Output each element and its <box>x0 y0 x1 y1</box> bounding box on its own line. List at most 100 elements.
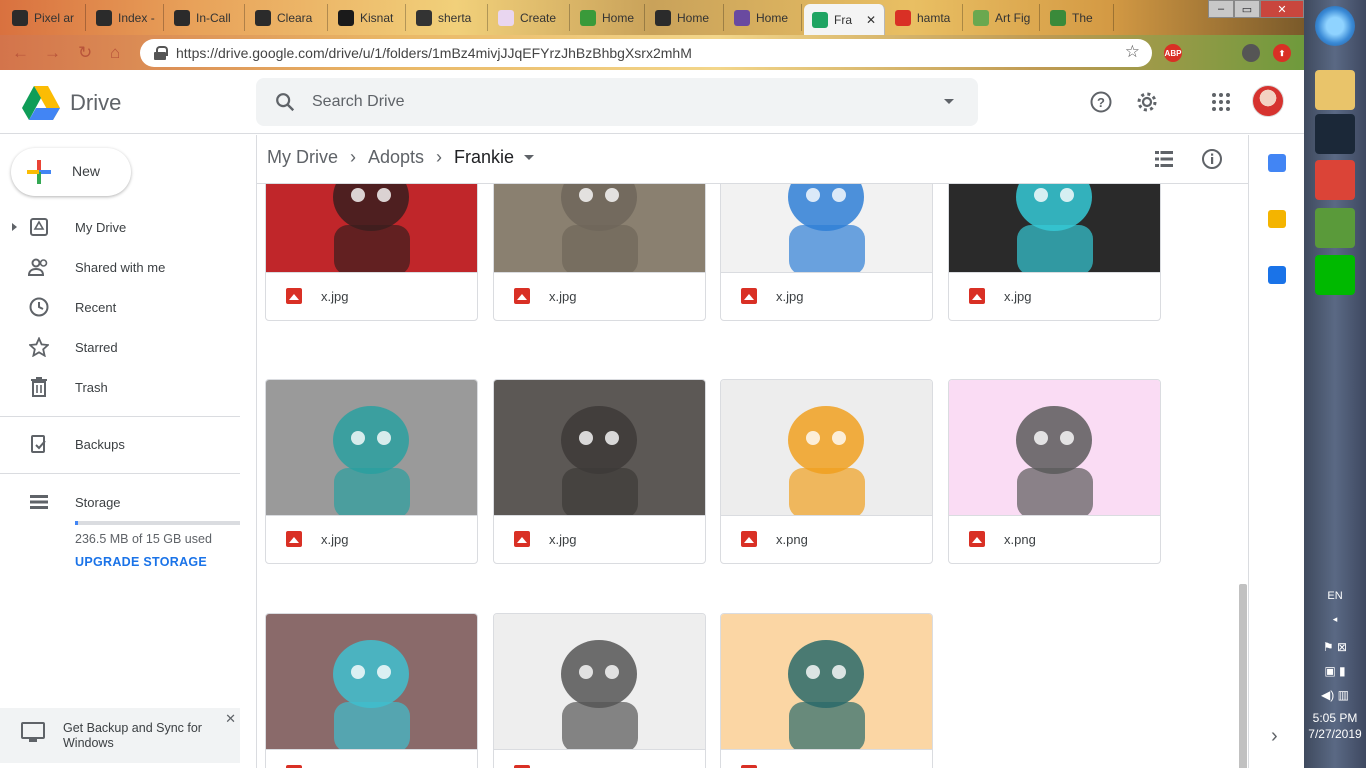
browser-tab[interactable]: Kisnat <box>330 4 406 31</box>
drive-logo[interactable]: Drive <box>22 86 121 120</box>
search-options-icon[interactable] <box>944 99 954 104</box>
file-card[interactable]: x.jpg <box>493 184 706 321</box>
settings-icon[interactable] <box>1133 88 1161 116</box>
file-card[interactable]: x.jpg <box>493 379 706 564</box>
close-window-button[interactable]: ✕ <box>1260 0 1304 18</box>
maximize-button[interactable]: ▭ <box>1234 0 1260 18</box>
info-icon[interactable] <box>1198 145 1226 173</box>
steam-icon[interactable] <box>1315 114 1355 154</box>
breadcrumb-item[interactable]: Frankie <box>454 147 514 168</box>
keep-icon[interactable] <box>1268 210 1286 228</box>
sidebar-item-shared[interactable]: Shared with me <box>0 250 256 284</box>
tray-network-icons[interactable]: ▣ ▮ <box>1304 664 1366 678</box>
file-card[interactable]: x.png <box>720 379 933 564</box>
file-caption: x.png <box>721 515 932 563</box>
sidebar-item-trash[interactable]: Trash <box>0 370 256 404</box>
chrome-icon[interactable] <box>1315 160 1355 200</box>
image-file-icon <box>969 531 985 547</box>
file-explorer-icon[interactable] <box>1315 70 1355 110</box>
star-outline-icon[interactable]: ☆ <box>1125 42 1140 62</box>
tray-volume-icon[interactable]: ◀) ▥ <box>1304 688 1366 702</box>
image-file-icon <box>286 288 302 304</box>
back-icon[interactable]: ← <box>12 43 29 63</box>
browser-tab[interactable]: Home <box>726 4 802 31</box>
upload-extension-icon[interactable]: ⬆ <box>1273 44 1291 62</box>
browser-tab[interactable]: Home <box>647 4 724 31</box>
file-card[interactable] <box>493 613 706 768</box>
file-card[interactable] <box>720 613 933 768</box>
tab-close-icon[interactable]: ✕ <box>866 13 876 27</box>
breadcrumb-separator-icon: › <box>350 147 356 167</box>
expand-panel-icon[interactable]: › <box>1271 725 1278 748</box>
browser-tab[interactable]: Art Fig <box>965 4 1040 31</box>
scrollbar[interactable] <box>1239 584 1247 768</box>
apps-grid-icon[interactable] <box>1207 88 1235 116</box>
abp-icon[interactable]: ABP <box>1164 44 1182 62</box>
forward-icon[interactable]: → <box>44 43 61 63</box>
clock-time[interactable]: 5:05 PM <box>1304 711 1366 725</box>
divider <box>0 473 240 474</box>
browser-tab[interactable]: Home <box>572 4 645 31</box>
file-caption <box>494 749 705 768</box>
tab-label: Index - <box>118 10 155 25</box>
expand-arrow-icon[interactable] <box>12 223 17 231</box>
browser-tab[interactable]: Fra ✕ <box>804 4 885 35</box>
main-content: My Drive › Adopts › Frankie x.jpg x.jpg x.jpg x… <box>256 135 1249 768</box>
line-icon[interactable] <box>1315 255 1355 295</box>
file-card[interactable]: x.jpg <box>948 184 1161 321</box>
help-icon[interactable]: ? <box>1087 88 1115 116</box>
backup-sync-promo[interactable]: Get Backup and Sync for Windows ✕ <box>0 708 240 763</box>
start-orb-icon[interactable] <box>1315 6 1355 46</box>
tray-status-icons[interactable]: ⚑ ⊠ <box>1304 640 1366 654</box>
tab-favicon-icon <box>1050 9 1066 26</box>
plus-icon <box>27 160 51 184</box>
search-input[interactable] <box>312 90 912 114</box>
extension-avatar-icon[interactable] <box>1242 44 1260 62</box>
clock-date[interactable]: 7/27/2019 <box>1304 727 1366 741</box>
tasks-icon[interactable] <box>1268 266 1286 284</box>
file-card[interactable]: x.jpg <box>720 184 933 321</box>
browser-tab[interactable]: Pixel ar <box>4 4 86 31</box>
browser-tab[interactable]: In-Call <box>166 4 245 31</box>
divider <box>0 416 240 417</box>
sidebar-item-backups[interactable]: Backups <box>0 427 256 461</box>
address-bar[interactable]: https://drive.google.com/drive/u/1/folde… <box>140 39 1152 67</box>
search-icon[interactable] <box>274 91 296 113</box>
language-indicator[interactable]: EN <box>1304 590 1366 602</box>
sidebar-item-label: Backups <box>75 436 125 452</box>
browser-tab[interactable]: Create <box>490 4 570 31</box>
browser-tab[interactable]: The <box>1042 4 1114 31</box>
tab-favicon-icon <box>734 9 750 26</box>
minimize-button[interactable]: – <box>1208 0 1234 18</box>
browser-tab[interactable]: sherta <box>408 4 488 31</box>
file-caption: x.jpg <box>266 515 477 563</box>
file-card[interactable]: x.jpg <box>265 184 478 321</box>
breadcrumb-item[interactable]: My Drive <box>267 147 338 168</box>
sidebar: New My Drive Shared with me Recent Starred T… <box>0 135 256 768</box>
sidebar-item-starred[interactable]: Starred <box>0 330 256 364</box>
sidebar-item-storage[interactable]: Storage <box>0 485 256 519</box>
browser-tab[interactable]: Cleara <box>247 4 328 31</box>
tray-expand-icon[interactable]: ◂ <box>1304 614 1366 625</box>
file-caption: x.jpg <box>721 272 932 320</box>
file-card[interactable] <box>265 613 478 768</box>
game-icon[interactable] <box>1315 208 1355 248</box>
list-view-icon[interactable] <box>1150 145 1178 173</box>
folder-menu-icon[interactable] <box>524 155 535 160</box>
new-button[interactable]: New <box>11 148 131 196</box>
sidebar-item-my-drive[interactable]: My Drive <box>0 210 256 244</box>
browser-tab[interactable]: Index - <box>88 4 164 31</box>
home-icon[interactable]: ⌂ <box>110 43 120 63</box>
sidebar-item-recent[interactable]: Recent <box>0 290 256 324</box>
upgrade-storage-link[interactable]: UPGRADE STORAGE <box>75 555 207 569</box>
file-card[interactable]: x.png <box>948 379 1161 564</box>
file-thumbnail <box>266 614 477 749</box>
calendar-icon[interactable] <box>1268 154 1286 172</box>
trash-icon <box>28 376 50 398</box>
reload-icon[interactable]: ↻ <box>78 43 92 63</box>
breadcrumb-item[interactable]: Adopts <box>368 147 424 168</box>
avatar[interactable] <box>1252 85 1284 117</box>
browser-tab[interactable]: hamta <box>887 4 963 31</box>
close-icon[interactable]: ✕ <box>225 711 236 727</box>
file-card[interactable]: x.jpg <box>265 379 478 564</box>
